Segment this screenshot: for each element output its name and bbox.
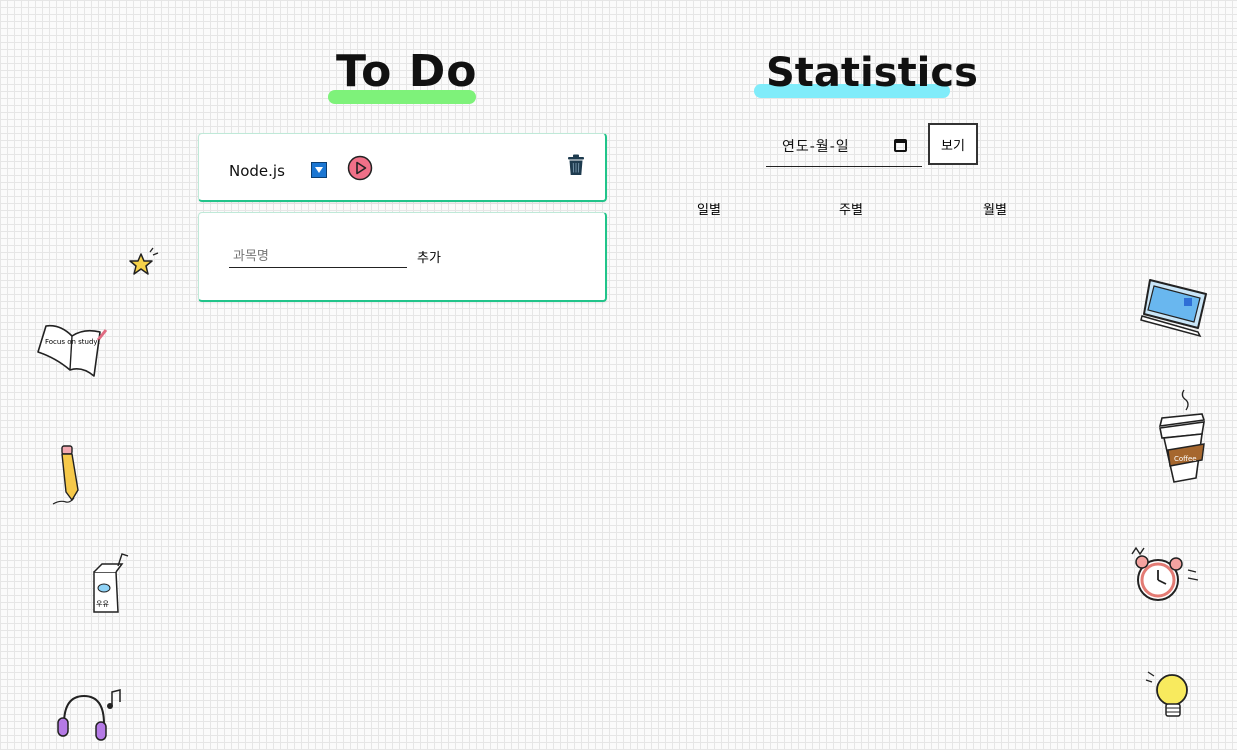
todo-title: To Do bbox=[336, 46, 478, 97]
book-doodle-text-1: Focus on study! bbox=[45, 338, 100, 346]
trash-icon[interactable] bbox=[567, 154, 585, 180]
pencil-doodle bbox=[50, 442, 90, 512]
add-subject-card: 추가 bbox=[198, 212, 607, 302]
star-doodle bbox=[126, 246, 160, 284]
alarm-clock-doodle bbox=[1128, 544, 1202, 618]
tab-monthly[interactable]: 월별 bbox=[983, 199, 1007, 218]
add-subject-button[interactable]: 추가 bbox=[417, 247, 441, 266]
lightbulb-doodle bbox=[1142, 668, 1200, 726]
view-button[interactable]: 보기 bbox=[928, 123, 978, 165]
headphones-doodle bbox=[54, 686, 126, 748]
statistics-title: Statistics bbox=[766, 50, 978, 96]
todo-heading: To Do bbox=[328, 46, 486, 110]
coffee-doodle-text: Coffee bbox=[1174, 455, 1197, 463]
statistics-heading: Statistics bbox=[754, 50, 978, 106]
subject-name-input[interactable] bbox=[229, 246, 407, 268]
todo-item-card: Node.js bbox=[198, 133, 607, 202]
date-input[interactable]: 연도-월-일 bbox=[766, 127, 922, 167]
date-input-placeholder: 연도-월-일 bbox=[782, 139, 850, 155]
dropdown-icon[interactable] bbox=[311, 162, 327, 178]
todo-subject-label: Node.js bbox=[229, 162, 285, 180]
tab-weekly[interactable]: 주별 bbox=[839, 199, 863, 218]
coffee-cup-doodle: Coffee bbox=[1152, 388, 1212, 490]
play-icon[interactable] bbox=[347, 155, 373, 185]
juice-doodle-text: 우유 bbox=[96, 600, 109, 608]
open-book-doodle: Focus on study! bbox=[34, 322, 110, 384]
calendar-icon[interactable] bbox=[894, 139, 907, 152]
tab-daily[interactable]: 일별 bbox=[697, 199, 721, 218]
juice-box-doodle: 우유 bbox=[88, 552, 136, 622]
laptop-doodle bbox=[1140, 274, 1212, 342]
